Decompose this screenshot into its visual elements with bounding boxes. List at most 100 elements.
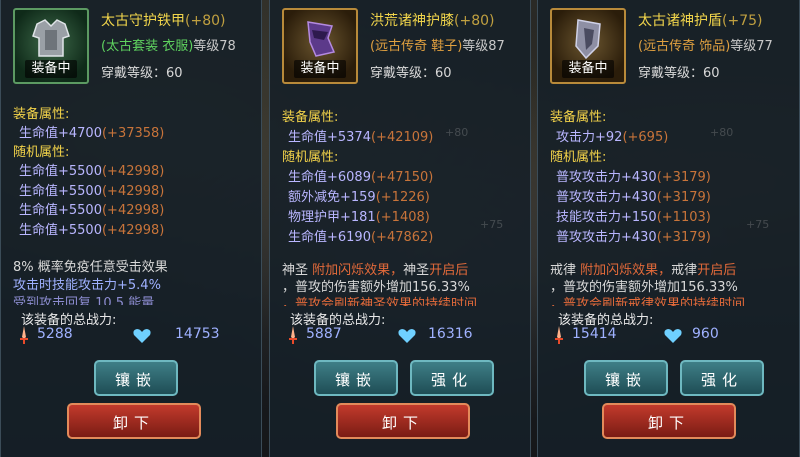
attack-power-value: 5288 bbox=[37, 326, 73, 342]
item-subtitle: (太古套装 衣服)等级78 bbox=[101, 35, 236, 54]
shield-item-slot[interactable]: 装备中 bbox=[550, 8, 626, 84]
effect-name-2: 戒律 bbox=[671, 263, 698, 278]
attribute-stat: 生命值+5500 bbox=[19, 184, 102, 199]
defense-power-value: 960 bbox=[692, 326, 719, 342]
kneepad-item-slot[interactable]: 装备中 bbox=[282, 8, 358, 84]
random-attributes-heading: 随机属性: bbox=[550, 150, 607, 165]
attribute-bonus: (+37358) bbox=[101, 126, 165, 141]
random-attributes-heading: 随机属性: bbox=[13, 145, 70, 160]
equipment-panel-armor: 装备中 太古守护铁甲(+80) (太古套装 衣服)等级78 穿戴等级：60 装备… bbox=[0, 0, 262, 457]
attribute-stat: 普攻攻击力+430 bbox=[556, 170, 657, 185]
attribute-bonus: (+47862) bbox=[370, 230, 434, 245]
item-title: 太古守护铁甲(+80) bbox=[101, 10, 225, 30]
effect-line-2: ，普攻的伤害额外增加156.33% bbox=[550, 280, 738, 295]
attribute-stat: 生命值+5500 bbox=[19, 164, 102, 179]
wear-level-value: 60 bbox=[166, 66, 183, 81]
unequip-button[interactable]: 卸下 bbox=[336, 403, 470, 439]
attribute-bonus: (+1408) bbox=[375, 210, 430, 225]
inlay-button[interactable]: 镶嵌 bbox=[584, 360, 668, 396]
item-name: 太古守护铁甲 bbox=[101, 13, 185, 29]
attribute-bonus: (+1103) bbox=[656, 210, 711, 225]
attribute-bonus: (+3179) bbox=[656, 190, 711, 205]
attribute-bonus: (+1226) bbox=[375, 190, 430, 205]
item-level: 等级87 bbox=[462, 39, 505, 54]
attribute-stat: 生命值+4700 bbox=[19, 126, 102, 141]
random-attribute: 生命值+5500(+42998) bbox=[19, 199, 164, 218]
unequip-button[interactable]: 卸下 bbox=[602, 403, 736, 439]
defense-power-value: 14753 bbox=[175, 326, 220, 342]
effect-text: 附加闪烁效果， bbox=[312, 263, 404, 278]
background-text: +75 bbox=[746, 218, 770, 231]
random-attribute: 普攻攻击力+430(+3179) bbox=[556, 186, 711, 205]
attribute-stat: 生命值+6190 bbox=[288, 230, 371, 245]
attack-power-value: 15414 bbox=[572, 326, 617, 342]
enhance-button[interactable]: 强化 bbox=[410, 360, 494, 396]
defense-power-value: 16316 bbox=[428, 326, 473, 342]
sword-icon bbox=[20, 326, 28, 344]
item-name: 洪荒诸神护膝 bbox=[370, 13, 454, 29]
equipped-badge: 装备中 bbox=[294, 60, 346, 78]
inlay-button[interactable]: 镶嵌 bbox=[94, 360, 178, 396]
background-text: +80 bbox=[445, 126, 469, 139]
wing-heart-icon bbox=[664, 329, 682, 343]
attribute-stat: 生命值+5500 bbox=[19, 223, 102, 238]
wear-level-value: 60 bbox=[435, 66, 452, 81]
attribute-stat: 生命值+5374 bbox=[288, 130, 371, 145]
item-set: (远古传奇 鞋子) bbox=[370, 39, 463, 54]
attribute-stat: 生命值+6089 bbox=[288, 170, 371, 185]
effect-line-3: ，普攻会刷新戒律效果的持续时间 bbox=[550, 297, 746, 306]
attribute-bonus: (+47150) bbox=[370, 170, 434, 185]
item-subtitle: (远古传奇 饰品)等级77 bbox=[638, 35, 773, 54]
attribute-stat: 生命值+5500 bbox=[19, 203, 102, 218]
attribute-bonus: (+3179) bbox=[656, 170, 711, 185]
effect-line-2: ，普攻的伤害额外增加156.33% bbox=[282, 280, 470, 295]
attribute-bonus: (+42998) bbox=[101, 164, 165, 179]
wing-heart-icon bbox=[133, 329, 151, 343]
item-enhance-level: (+75) bbox=[722, 13, 763, 29]
item-set: (远古传奇 饰品) bbox=[638, 39, 731, 54]
effect-name: 神圣 bbox=[282, 263, 309, 278]
wear-label: 穿戴等级： bbox=[638, 66, 704, 81]
sword-icon bbox=[555, 326, 563, 344]
attribute-bonus: (+42998) bbox=[101, 203, 165, 218]
unequip-button[interactable]: 卸下 bbox=[67, 403, 201, 439]
item-title: 洪荒诸神护膝(+80) bbox=[370, 10, 494, 30]
random-attributes-heading: 随机属性: bbox=[282, 150, 339, 165]
effect-text: 附加闪烁效果， bbox=[580, 263, 672, 278]
enhance-button[interactable]: 强化 bbox=[680, 360, 764, 396]
set-effect-1: 8% 概率免疫任意受击效果 bbox=[13, 260, 168, 275]
base-attribute: 生命值+5374(+42109) bbox=[288, 126, 433, 145]
random-attribute: 生命值+5500(+42998) bbox=[19, 180, 164, 199]
effect-name-2: 神圣 bbox=[403, 263, 430, 278]
item-enhance-level: (+80) bbox=[454, 13, 495, 29]
attack-power-value: 5887 bbox=[306, 326, 342, 342]
effect-text-2: 开启后 bbox=[429, 263, 469, 278]
equipped-badge: 装备中 bbox=[562, 60, 614, 78]
wear-label: 穿戴等级： bbox=[101, 66, 167, 81]
attribute-stat: 攻击力+92 bbox=[556, 130, 623, 145]
base-attributes-heading: 装备属性: bbox=[550, 110, 607, 125]
base-attributes-heading: 装备属性: bbox=[13, 107, 70, 122]
random-attribute: 物理护甲+181(+1408) bbox=[288, 206, 430, 225]
wear-level: 穿戴等级：60 bbox=[370, 62, 452, 81]
item-level: 等级78 bbox=[193, 39, 236, 54]
random-attribute: 生命值+5500(+42998) bbox=[19, 219, 164, 238]
item-level: 等级77 bbox=[730, 39, 773, 54]
item-subtitle: (远古传奇 鞋子)等级87 bbox=[370, 35, 505, 54]
wear-level: 穿戴等级：60 bbox=[638, 62, 720, 81]
attribute-bonus: (+42998) bbox=[101, 223, 165, 238]
random-attribute: 普攻攻击力+430(+3179) bbox=[556, 226, 711, 245]
armor-icon bbox=[32, 19, 70, 57]
armor-item-slot[interactable]: 装备中 bbox=[13, 8, 89, 84]
inlay-button[interactable]: 镶嵌 bbox=[314, 360, 398, 396]
random-attribute: 生命值+5500(+42998) bbox=[19, 160, 164, 179]
item-name: 太古诸神护盾 bbox=[638, 13, 722, 29]
attribute-stat: 普攻攻击力+430 bbox=[556, 190, 657, 205]
set-effect-3: 受到攻击回复 10.5 能量 bbox=[13, 296, 155, 305]
wear-label: 穿戴等级： bbox=[370, 66, 436, 81]
sword-icon bbox=[289, 326, 297, 344]
attribute-bonus: (+42109) bbox=[370, 130, 434, 145]
base-attribute: 攻击力+92(+695) bbox=[556, 126, 668, 145]
random-attribute: 普攻攻击力+430(+3179) bbox=[556, 166, 711, 185]
set-effect-desc: 神圣 附加闪烁效果，神圣开启后 bbox=[282, 262, 522, 280]
